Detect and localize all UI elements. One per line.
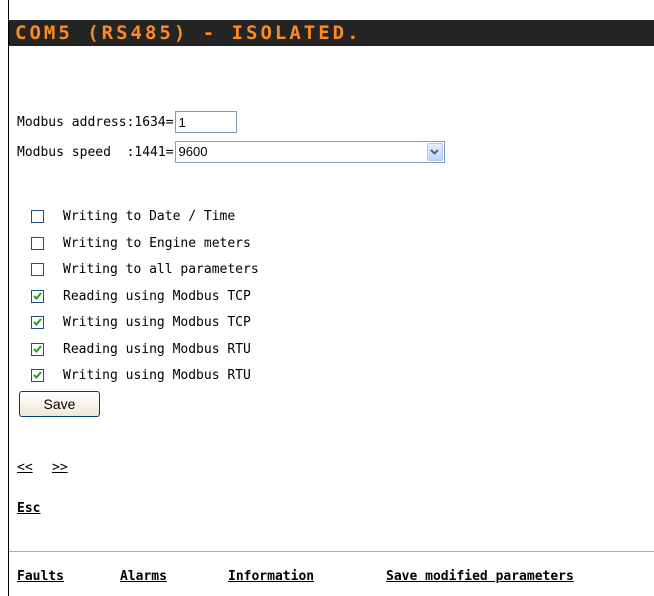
option-label: Writing to all parameters — [63, 261, 259, 277]
option-label: Writing to Engine meters — [63, 235, 251, 251]
option-row: Writing using Modbus RTU — [31, 364, 251, 386]
option-label: Reading using Modbus RTU — [63, 341, 251, 357]
modbus-speed-label: Modbus speed :1441= — [17, 144, 174, 160]
modbus-address-label: Modbus address:1634= — [17, 114, 174, 130]
faults-link[interactable]: Faults — [17, 569, 64, 584]
option-checkbox[interactable] — [31, 289, 44, 303]
option-label: Writing using Modbus TCP — [63, 314, 251, 330]
modbus-speed-value: 9600 — [178, 144, 208, 159]
checkmark-icon — [33, 371, 42, 379]
option-row: Writing to Date / Time — [31, 205, 235, 227]
option-checkbox[interactable] — [31, 315, 44, 329]
option-label: Reading using Modbus TCP — [63, 288, 251, 304]
option-label: Writing to Date / Time — [63, 208, 236, 224]
save-button[interactable]: Save — [19, 391, 100, 417]
checkmark-icon — [33, 292, 42, 300]
page-title: COM5 (RS485) - ISOLATED. — [9, 20, 654, 46]
option-row: Writing to all parameters — [31, 258, 259, 280]
option-checkbox[interactable] — [31, 262, 44, 276]
option-row: Writing to Engine meters — [31, 232, 251, 254]
esc-link[interactable]: Esc — [17, 501, 40, 516]
modbus-speed-row: Modbus speed :1441= 9600 — [17, 140, 445, 164]
checkmark-icon — [33, 318, 42, 326]
alarms-link[interactable]: Alarms — [120, 569, 167, 584]
save-modified-parameters-link[interactable]: Save modified parameters — [386, 569, 574, 584]
option-row: Reading using Modbus RTU — [31, 338, 251, 360]
checkmark-icon — [33, 345, 42, 353]
option-row: Writing using Modbus TCP — [31, 311, 251, 333]
modbus-address-input[interactable] — [174, 111, 237, 133]
option-checkbox[interactable] — [31, 209, 44, 223]
chevron-down-icon[interactable] — [426, 143, 443, 161]
next-page-link[interactable]: >> — [52, 460, 68, 475]
option-checkbox[interactable] — [31, 342, 44, 356]
prev-page-link[interactable]: << — [17, 460, 33, 475]
option-checkbox[interactable] — [31, 368, 44, 382]
footer-divider — [9, 551, 654, 552]
modbus-address-row: Modbus address:1634= — [17, 110, 237, 134]
option-label: Writing using Modbus RTU — [63, 367, 251, 383]
option-row: Reading using Modbus TCP — [31, 285, 251, 307]
information-link[interactable]: Information — [228, 569, 314, 584]
option-checkbox[interactable] — [31, 236, 44, 250]
modbus-speed-select[interactable]: 9600 — [174, 141, 445, 163]
